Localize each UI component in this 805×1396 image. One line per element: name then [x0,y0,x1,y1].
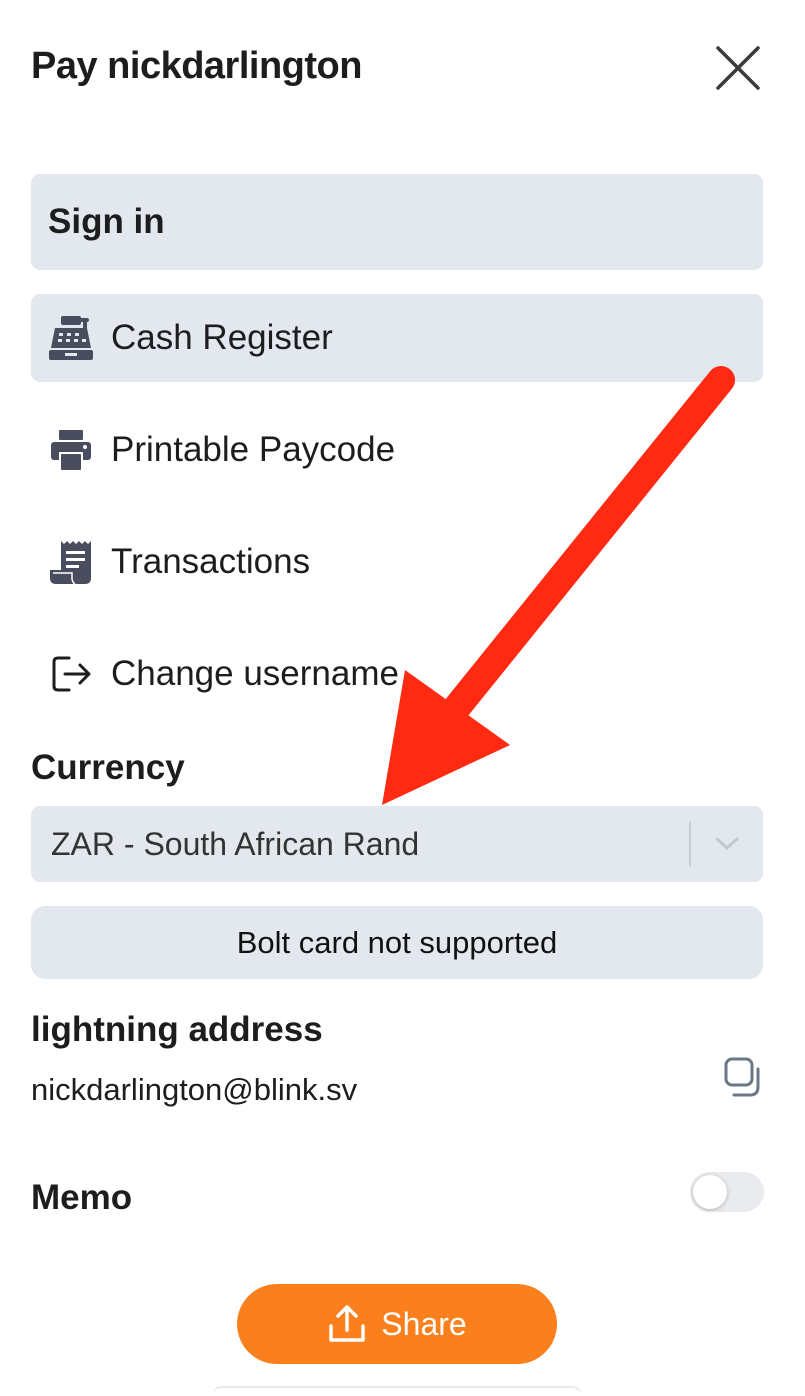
close-icon[interactable] [715,45,761,91]
share-button[interactable]: Share [237,1284,557,1364]
menu-item-label: Change username [111,654,399,693]
memo-label: Memo [31,1178,133,1217]
next-button-edge [212,1386,582,1396]
share-label: Share [381,1305,467,1342]
menu-item-label: Printable Paycode [111,430,396,469]
currency-selected-value: ZAR - South African Rand [51,825,420,862]
bolt-card-status: Bolt card not supported [31,906,763,979]
chevron-down-icon[interactable] [691,806,763,882]
menu-item-label: Cash Register [111,318,333,357]
menu-item-cash-register[interactable]: Cash Register [31,294,763,382]
close-button[interactable] [706,36,770,100]
memo-toggle[interactable] [690,1172,764,1212]
sign-in-button[interactable]: Sign in [31,174,763,270]
currency-select[interactable]: ZAR - South African Rand [31,806,763,882]
toggle-knob [693,1175,727,1209]
menu-item-transactions[interactable]: Transactions [31,518,763,606]
lightning-address-label: lightning address [31,1010,323,1049]
printer-icon [47,426,95,474]
currency-label: Currency [31,748,185,787]
menu-item-printable-paycode[interactable]: Printable Paycode [31,406,763,494]
page-title: Pay nickdarlington [31,45,362,87]
receipt-icon [47,538,95,586]
copy-button[interactable] [718,1052,768,1102]
share-icon [327,1304,367,1344]
menu-item-change-username[interactable]: Change username [31,630,763,718]
copy-icon[interactable] [722,1056,764,1098]
sign-in-label: Sign in [48,202,165,241]
cash-register-icon [47,314,95,362]
logout-icon [47,650,95,698]
menu-item-label: Transactions [111,542,311,581]
lightning-address-value: nickdarlington@blink.sv [31,1072,358,1107]
